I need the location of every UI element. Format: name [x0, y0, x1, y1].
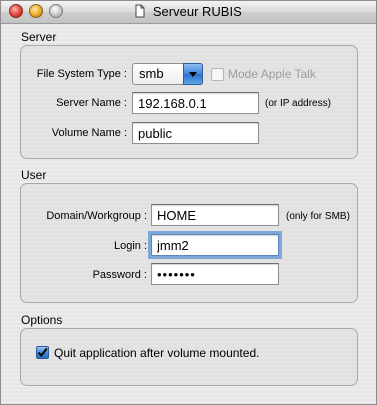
password-label: Password : — [92, 269, 147, 281]
domain-label: Domain/Workgroup : — [46, 210, 147, 222]
apple-talk-checkbox[interactable] — [211, 68, 224, 81]
server-group-label: Server — [21, 30, 57, 44]
server-name-hint: (or IP address) — [265, 98, 331, 109]
server-name-label: Server Name : — [56, 97, 127, 109]
title-bar[interactable]: Serveur RUBIS — [1, 1, 376, 24]
chevron-down-icon — [189, 72, 197, 77]
volume-name-input[interactable] — [132, 122, 259, 144]
server-name-input[interactable] — [132, 92, 259, 114]
fs-type-select[interactable]: smb — [132, 63, 203, 85]
domain-hint: (only for SMB) — [286, 211, 350, 222]
document-icon — [135, 4, 145, 18]
password-input[interactable] — [151, 263, 279, 285]
domain-input[interactable] — [151, 204, 279, 226]
login-label: Login : — [113, 240, 147, 252]
window-title-wrap: Serveur RUBIS — [1, 4, 376, 19]
app-window: Serveur RUBIS Server File System Type : … — [0, 0, 377, 405]
dropdown-button[interactable] — [183, 63, 203, 85]
volume-name-label: Volume Name : — [51, 127, 127, 139]
apple-talk-label: Mode Apple Talk — [228, 67, 316, 81]
quit-label: Quit application after volume mounted. — [54, 346, 260, 360]
checkmark-icon — [37, 347, 48, 358]
window-title: Serveur RUBIS — [152, 4, 242, 19]
fs-type-value: smb — [139, 66, 164, 81]
quit-checkbox[interactable] — [36, 346, 49, 359]
user-group-label: User — [21, 168, 47, 182]
fs-type-label: File System Type : — [36, 68, 127, 80]
options-group-label: Options — [21, 313, 63, 327]
login-input[interactable] — [151, 234, 279, 256]
